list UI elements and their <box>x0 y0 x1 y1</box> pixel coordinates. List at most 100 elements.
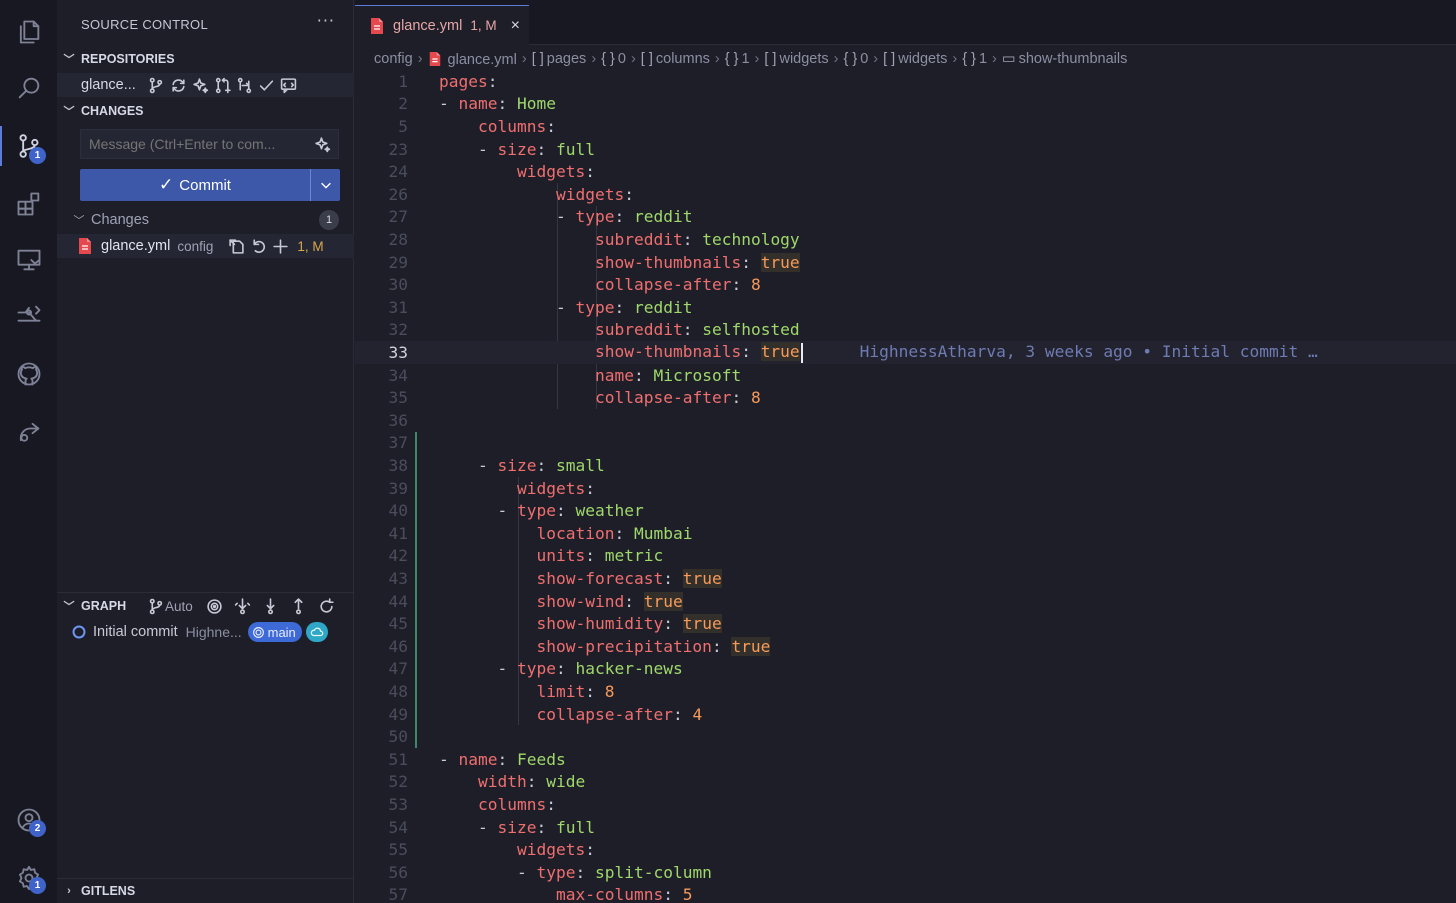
tab-glance-yml[interactable]: glance.yml 1, M × <box>355 5 529 45</box>
stage-changes-button[interactable] <box>269 235 291 257</box>
more-actions-button[interactable]: ··· <box>317 11 335 30</box>
code-line[interactable]: 26 widgets: <box>355 183 1456 206</box>
compare-button[interactable] <box>233 74 255 96</box>
code-line[interactable]: 49 collapse-after: 4 <box>355 703 1456 726</box>
breadcrumb-item[interactable]: ▭ show-thumbnails <box>1002 51 1128 67</box>
graph-target-button[interactable] <box>201 595 229 617</box>
code-line[interactable]: 38 - size: small <box>355 454 1456 477</box>
breadcrumb-item[interactable]: { } 1 <box>962 51 987 67</box>
search-button[interactable] <box>0 60 57 116</box>
remote-ref-pill[interactable] <box>305 622 328 642</box>
code-line[interactable]: 46 show-precipitation: true <box>355 635 1456 658</box>
code-line[interactable]: 42 units: metric <box>355 545 1456 568</box>
yaml-colon: : <box>731 275 751 295</box>
close-icon[interactable]: × <box>511 17 520 35</box>
extensions-button[interactable] <box>0 176 57 232</box>
code-line[interactable]: 43 show-forecast: true <box>355 567 1456 590</box>
code-line[interactable]: 36 <box>355 409 1456 432</box>
gitlens-button[interactable] <box>0 288 57 344</box>
code-line-current[interactable]: 33 show-thumbnails: true HighnessAtharva, … <box>355 341 1456 364</box>
breadcrumb-item[interactable]: glance.yml <box>428 51 517 68</box>
commit-button[interactable]: ✓ Commit <box>80 169 310 201</box>
repositories-section-header[interactable]: ﹀ REPOSITORIES <box>57 48 354 70</box>
code-line[interactable]: 51 - name: Feeds <box>355 748 1456 771</box>
code-line[interactable]: 47 - type: hacker-news <box>355 658 1456 681</box>
breadcrumb-item[interactable]: [ ] widgets <box>883 51 947 67</box>
changed-file-row[interactable]: glance.yml config 1, M <box>57 234 354 258</box>
sync-button[interactable] <box>167 74 189 96</box>
inline-blame-annotation[interactable]: HighnessAtharva, 3 weeks ago • Initial c… <box>860 342 1318 361</box>
source-control-button[interactable]: 1 <box>0 118 57 174</box>
graph-commit-row[interactable]: Initial commit Highne... main <box>57 620 354 644</box>
changes-group-row[interactable]: ﹀ Changes <box>57 208 354 232</box>
branch-ref-pill[interactable]: main <box>247 622 302 642</box>
settings-button[interactable]: 1 <box>0 850 57 903</box>
code-editor[interactable]: 1 pages: 2 - name: Home 5 columns: 23 - size:… <box>355 71 1456 903</box>
discard-changes-button[interactable] <box>247 235 269 257</box>
commit-dropdown-button[interactable] <box>310 169 340 201</box>
code-line[interactable]: 31 - type: reddit <box>355 296 1456 319</box>
code-line[interactable]: 32 subreddit: selfhosted <box>355 319 1456 342</box>
commit-message-input[interactable] <box>80 129 339 159</box>
breadcrumb-item[interactable]: { } 1 <box>725 51 750 67</box>
code-line[interactable]: 41 location: Mumbai <box>355 522 1456 545</box>
yaml-key: size <box>497 139 537 159</box>
fetch-button[interactable] <box>229 595 257 617</box>
code-line[interactable]: 56 - type: split-column <box>355 861 1456 884</box>
code-line[interactable]: 5 columns: <box>355 115 1456 138</box>
code-line[interactable]: 54 - size: full <box>355 816 1456 839</box>
code-line[interactable]: 53 columns: <box>355 793 1456 816</box>
sparkle-icon <box>192 77 208 93</box>
code-line[interactable]: 50 <box>355 725 1456 748</box>
code-line[interactable]: 45 show-humidity: true <box>355 612 1456 635</box>
branch-button[interactable] <box>145 74 167 96</box>
breadcrumb-item[interactable]: [ ] widgets <box>764 51 828 67</box>
open-file-button[interactable] <box>225 235 247 257</box>
explorer-button[interactable] <box>0 4 57 60</box>
breadcrumb-item[interactable]: [ ] columns <box>641 51 710 67</box>
code-line[interactable]: 57 max-columns: 5 <box>355 884 1456 903</box>
repository-row[interactable]: glance... <box>57 73 354 97</box>
sparkle-button[interactable] <box>189 74 211 96</box>
code-line[interactable]: 2 - name: Home <box>355 93 1456 116</box>
code-line[interactable]: 55 widgets: <box>355 838 1456 861</box>
breadcrumb-separator-icon: › <box>952 51 958 67</box>
accounts-button[interactable]: 2 <box>0 792 57 848</box>
code-line[interactable]: 30 collapse-after: 8 <box>355 273 1456 296</box>
code-line[interactable]: 23 - size: full <box>355 138 1456 161</box>
breadcrumb-item[interactable]: [ ] pages <box>532 51 587 67</box>
breadcrumb-item[interactable]: { } 0 <box>601 51 626 67</box>
comment-button[interactable] <box>277 74 299 96</box>
breadcrumb-item[interactable]: { } 0 <box>843 51 868 67</box>
code-line[interactable]: 44 show-wind: true <box>355 590 1456 613</box>
commit-check-button[interactable] <box>255 74 277 96</box>
gitlens-section-header[interactable]: › GITLENS <box>57 880 354 902</box>
pull-request-button[interactable] <box>211 74 233 96</box>
live-share-button[interactable] <box>0 404 57 460</box>
breadcrumb-item[interactable]: config <box>374 51 413 67</box>
code-line[interactable]: 39 widgets: <box>355 477 1456 500</box>
yaml-key: columns <box>478 794 547 814</box>
code-line[interactable]: 28 subreddit: technology <box>355 228 1456 251</box>
branch-filter-button[interactable] <box>147 595 165 617</box>
remote-explorer-button[interactable] <box>0 232 57 288</box>
changed-file-folder: config <box>177 238 214 254</box>
code-line[interactable]: 48 limit: 8 <box>355 680 1456 703</box>
code-line[interactable]: 1 pages: <box>355 70 1456 93</box>
changes-section-header[interactable]: ﹀ CHANGES <box>57 100 354 122</box>
code-line[interactable]: 40 - type: weather <box>355 499 1456 522</box>
push-button[interactable] <box>285 595 313 617</box>
code-line[interactable]: 52 width: wide <box>355 771 1456 794</box>
code-line[interactable]: 37 <box>355 432 1456 455</box>
graph-section-header[interactable]: ﹀ GRAPH Auto <box>57 595 354 617</box>
pull-button[interactable] <box>257 595 285 617</box>
github-button[interactable] <box>0 346 57 402</box>
graph-auto-label[interactable]: Auto <box>165 599 193 614</box>
code-line[interactable]: 29 show-thumbnails: true <box>355 251 1456 274</box>
code-line[interactable]: 34 name: Microsoft <box>355 364 1456 387</box>
generate-message-button[interactable] <box>311 133 333 155</box>
code-line[interactable]: 24 widgets: <box>355 160 1456 183</box>
refresh-button[interactable] <box>313 595 341 617</box>
code-line[interactable]: 27 - type: reddit <box>355 206 1456 229</box>
code-line[interactable]: 35 collapse-after: 8 <box>355 386 1456 409</box>
